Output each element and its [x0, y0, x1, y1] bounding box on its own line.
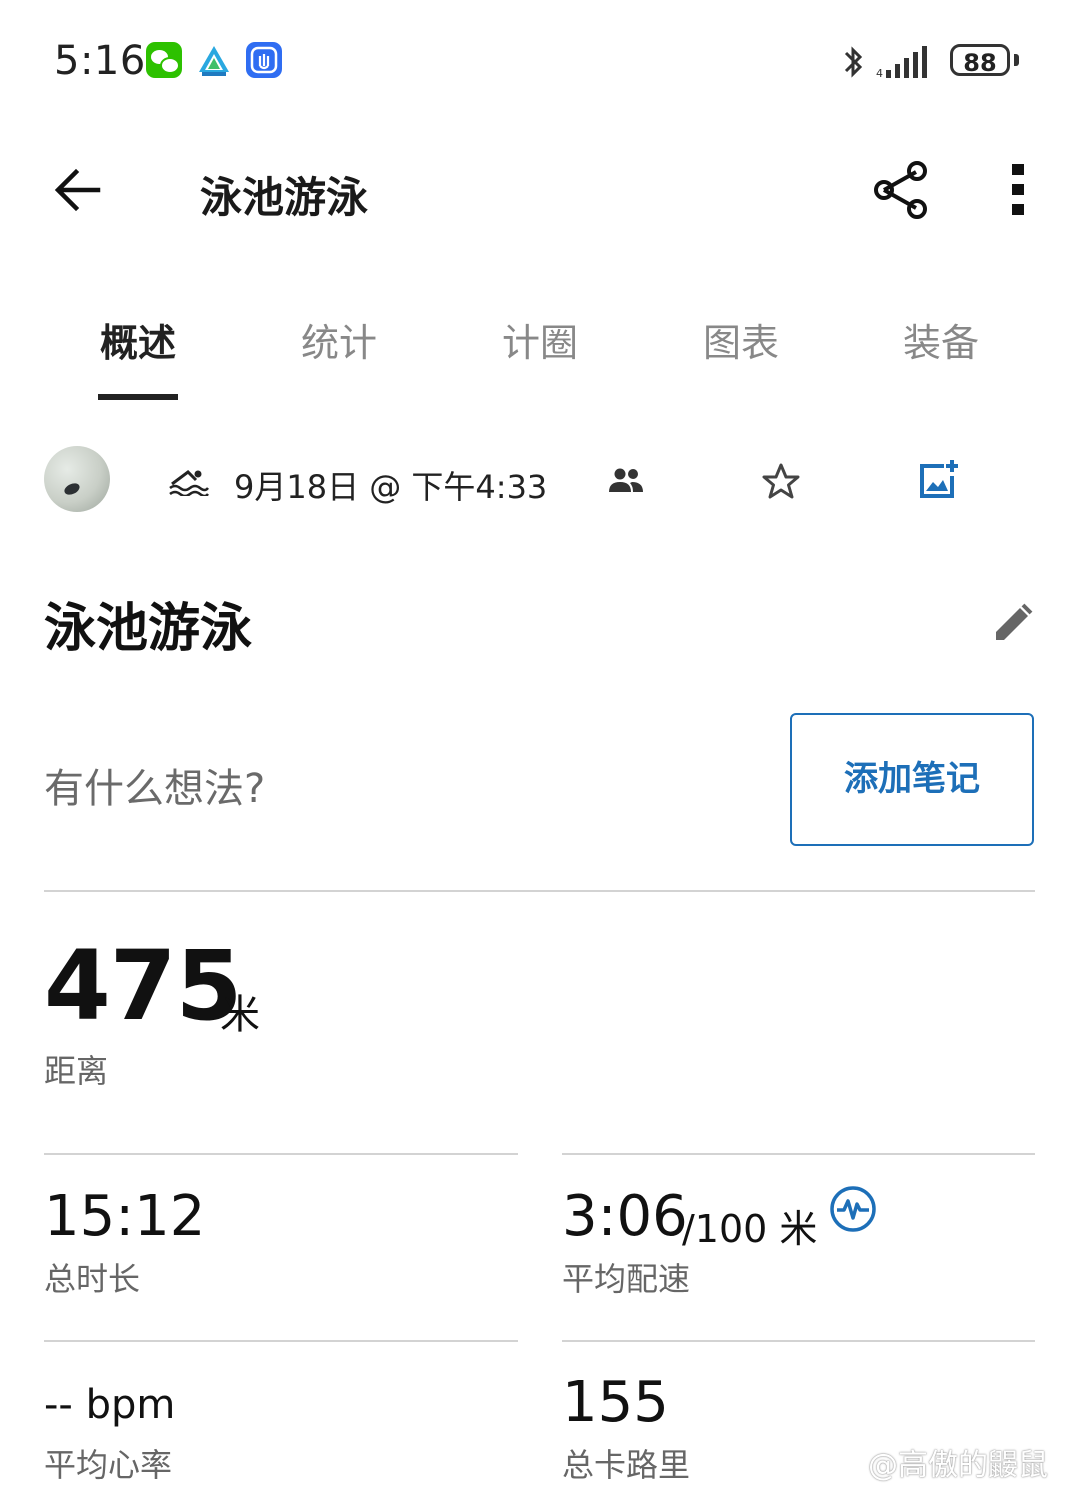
- tab-overview[interactable]: 概述: [68, 312, 208, 367]
- tab-indicator: [98, 394, 178, 400]
- avg-pace-label: 平均配速: [562, 1260, 691, 1298]
- edit-pencil-icon[interactable]: [992, 602, 1034, 644]
- tab-laps[interactable]: 计圈: [470, 312, 610, 367]
- note-prompt[interactable]: 有什么想法?: [44, 756, 265, 814]
- avg-pace-value: 3:06: [562, 1184, 688, 1249]
- tab-charts[interactable]: 图表: [671, 312, 811, 367]
- more-vert-icon[interactable]: [1006, 162, 1030, 218]
- add-note-button[interactable]: 添加笔记: [790, 713, 1034, 846]
- divider: [562, 1153, 1035, 1155]
- svg-text:4: 4: [876, 67, 883, 80]
- avatar[interactable]: [44, 446, 110, 512]
- bluetooth-icon: [844, 46, 863, 78]
- battery-tip: [1014, 54, 1019, 66]
- tab-stats[interactable]: 统计: [269, 312, 409, 367]
- distance-value: 475: [44, 930, 242, 1042]
- avg-hr-label: 平均心率: [44, 1446, 173, 1484]
- watermark: @高傲的鼹鼠: [868, 1448, 1048, 1483]
- battery-icon: 88: [950, 44, 1010, 77]
- divider: [44, 1153, 518, 1155]
- avg-hr-value: -- bpm: [44, 1382, 176, 1428]
- activity-datetime: 9月18日 @ 下午4:33: [234, 468, 548, 506]
- distance-label: 距离: [44, 1052, 109, 1090]
- divider: [562, 1340, 1035, 1342]
- avg-pace-unit: /100 米: [682, 1207, 818, 1251]
- total-time-label: 总时长: [44, 1260, 141, 1298]
- pace-insight-icon[interactable]: [828, 1184, 878, 1234]
- divider: [44, 1340, 518, 1342]
- status-time: 5:16: [54, 38, 146, 84]
- activity-title: 泳池游泳: [44, 599, 253, 659]
- share-icon[interactable]: [872, 160, 930, 220]
- star-icon[interactable]: [761, 462, 801, 500]
- swim-icon: [169, 470, 209, 496]
- total-time-value: 15:12: [44, 1184, 206, 1249]
- calories-value: 155: [562, 1370, 669, 1435]
- app-icon: [246, 42, 282, 78]
- back-arrow-icon[interactable]: [52, 166, 104, 214]
- people-icon[interactable]: [608, 466, 644, 494]
- calories-label: 总卡路里: [562, 1446, 691, 1484]
- signal-icon: 4: [876, 46, 927, 80]
- page-title: 泳池游泳: [200, 173, 369, 222]
- distance-unit: 米: [220, 992, 260, 1038]
- tab-gear[interactable]: 装备: [871, 312, 1011, 367]
- divider: [44, 890, 1035, 892]
- add-photo-icon[interactable]: [916, 458, 960, 500]
- app-icon: [196, 42, 232, 78]
- wechat-icon: [146, 42, 182, 78]
